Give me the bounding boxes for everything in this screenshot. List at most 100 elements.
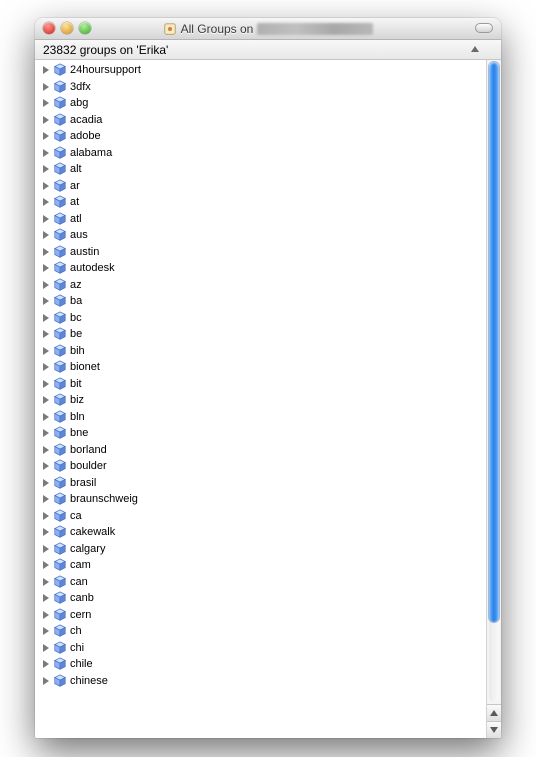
disclosure-triangle-icon[interactable] xyxy=(43,182,49,190)
list-item[interactable]: biz xyxy=(37,392,486,409)
disclosure-triangle-icon[interactable] xyxy=(43,644,49,652)
list-item[interactable]: alabama xyxy=(37,145,486,162)
disclosure-triangle-icon[interactable] xyxy=(43,215,49,223)
disclosure-triangle-icon[interactable] xyxy=(43,578,49,586)
zoom-button[interactable] xyxy=(79,22,91,34)
list-item[interactable]: borland xyxy=(37,442,486,459)
list-item[interactable]: bih xyxy=(37,343,486,360)
scrollbar-up-button[interactable] xyxy=(487,704,501,721)
disclosure-triangle-icon[interactable] xyxy=(43,462,49,470)
group-label: 24hoursupport xyxy=(70,64,141,76)
list-item[interactable]: bln xyxy=(37,409,486,426)
toolbar-toggle-lozenge[interactable] xyxy=(475,23,493,33)
group-folder-icon xyxy=(53,377,67,391)
disclosure-triangle-icon[interactable] xyxy=(43,149,49,157)
list-item[interactable]: abg xyxy=(37,95,486,112)
vertical-scrollbar[interactable] xyxy=(486,60,501,738)
disclosure-triangle-icon[interactable] xyxy=(43,413,49,421)
list-item[interactable]: can xyxy=(37,574,486,591)
group-label: atl xyxy=(70,213,82,225)
list-item[interactable]: acadia xyxy=(37,112,486,129)
content-area: 24hoursupport 3dfx abg xyxy=(35,60,501,738)
list-item[interactable]: bit xyxy=(37,376,486,393)
disclosure-triangle-icon[interactable] xyxy=(43,231,49,239)
scrollbar-thumb[interactable] xyxy=(489,62,499,622)
group-label: bionet xyxy=(70,361,100,373)
list-item[interactable]: cam xyxy=(37,557,486,574)
list-item[interactable]: bc xyxy=(37,310,486,327)
group-label: cakewalk xyxy=(70,526,115,538)
disclosure-triangle-icon[interactable] xyxy=(43,611,49,619)
close-button[interactable] xyxy=(43,22,55,34)
list-item[interactable]: austin xyxy=(37,244,486,261)
group-label: cam xyxy=(70,559,91,571)
disclosure-triangle-icon[interactable] xyxy=(43,363,49,371)
group-label: 3dfx xyxy=(70,81,91,93)
list-item[interactable]: be xyxy=(37,326,486,343)
disclosure-triangle-icon[interactable] xyxy=(43,396,49,404)
list-item[interactable]: cakewalk xyxy=(37,524,486,541)
group-label: bih xyxy=(70,345,85,357)
disclosure-triangle-icon[interactable] xyxy=(43,281,49,289)
disclosure-triangle-icon[interactable] xyxy=(43,512,49,520)
list-item[interactable]: az xyxy=(37,277,486,294)
list-item[interactable]: ar xyxy=(37,178,486,195)
list-item[interactable]: ca xyxy=(37,508,486,525)
list-item[interactable]: alt xyxy=(37,161,486,178)
list-item[interactable]: bionet xyxy=(37,359,486,376)
disclosure-triangle-icon[interactable] xyxy=(43,561,49,569)
disclosure-triangle-icon[interactable] xyxy=(43,297,49,305)
disclosure-triangle-icon[interactable] xyxy=(43,66,49,74)
disclosure-triangle-icon[interactable] xyxy=(43,165,49,173)
disclosure-triangle-icon[interactable] xyxy=(43,83,49,91)
list-item[interactable]: chile xyxy=(37,656,486,673)
disclosure-triangle-icon[interactable] xyxy=(43,116,49,124)
disclosure-triangle-icon[interactable] xyxy=(43,660,49,668)
list-item[interactable]: adobe xyxy=(37,128,486,145)
disclosure-triangle-icon[interactable] xyxy=(43,446,49,454)
list-item[interactable]: 3dfx xyxy=(37,79,486,96)
disclosure-triangle-icon[interactable] xyxy=(43,479,49,487)
titlebar[interactable]: All Groups on xyxy=(35,18,501,40)
list-item[interactable]: ba xyxy=(37,293,486,310)
group-label: alabama xyxy=(70,147,112,159)
disclosure-triangle-icon[interactable] xyxy=(43,528,49,536)
list-item[interactable]: aus xyxy=(37,227,486,244)
disclosure-triangle-icon[interactable] xyxy=(43,198,49,206)
disclosure-triangle-icon[interactable] xyxy=(43,248,49,256)
list-item[interactable]: at xyxy=(37,194,486,211)
list-item[interactable]: bne xyxy=(37,425,486,442)
disclosure-triangle-icon[interactable] xyxy=(43,380,49,388)
disclosure-triangle-icon[interactable] xyxy=(43,627,49,635)
minimize-button[interactable] xyxy=(61,22,73,34)
list-item[interactable]: ch xyxy=(37,623,486,640)
disclosure-triangle-icon[interactable] xyxy=(43,330,49,338)
group-folder-icon xyxy=(53,542,67,556)
list-item[interactable]: canb xyxy=(37,590,486,607)
group-list[interactable]: 24hoursupport 3dfx abg xyxy=(35,60,486,738)
list-item[interactable]: calgary xyxy=(37,541,486,558)
window-title-text: All Groups on xyxy=(181,22,254,36)
group-label: austin xyxy=(70,246,99,258)
list-item[interactable]: braunschweig xyxy=(37,491,486,508)
list-item[interactable]: boulder xyxy=(37,458,486,475)
list-item[interactable]: chi xyxy=(37,640,486,657)
disclosure-triangle-icon[interactable] xyxy=(43,545,49,553)
list-item[interactable]: brasil xyxy=(37,475,486,492)
scrollbar-down-button[interactable] xyxy=(487,721,501,738)
disclosure-triangle-icon[interactable] xyxy=(43,132,49,140)
disclosure-triangle-icon[interactable] xyxy=(43,594,49,602)
list-item[interactable]: chinese xyxy=(37,673,486,690)
list-item[interactable]: atl xyxy=(37,211,486,228)
disclosure-triangle-icon[interactable] xyxy=(43,264,49,272)
disclosure-triangle-icon[interactable] xyxy=(43,677,49,685)
column-header[interactable]: 23832 groups on 'Erika' xyxy=(35,40,501,60)
disclosure-triangle-icon[interactable] xyxy=(43,495,49,503)
disclosure-triangle-icon[interactable] xyxy=(43,429,49,437)
disclosure-triangle-icon[interactable] xyxy=(43,99,49,107)
disclosure-triangle-icon[interactable] xyxy=(43,314,49,322)
disclosure-triangle-icon[interactable] xyxy=(43,347,49,355)
list-item[interactable]: 24hoursupport xyxy=(37,62,486,79)
list-item[interactable]: cern xyxy=(37,607,486,624)
list-item[interactable]: autodesk xyxy=(37,260,486,277)
